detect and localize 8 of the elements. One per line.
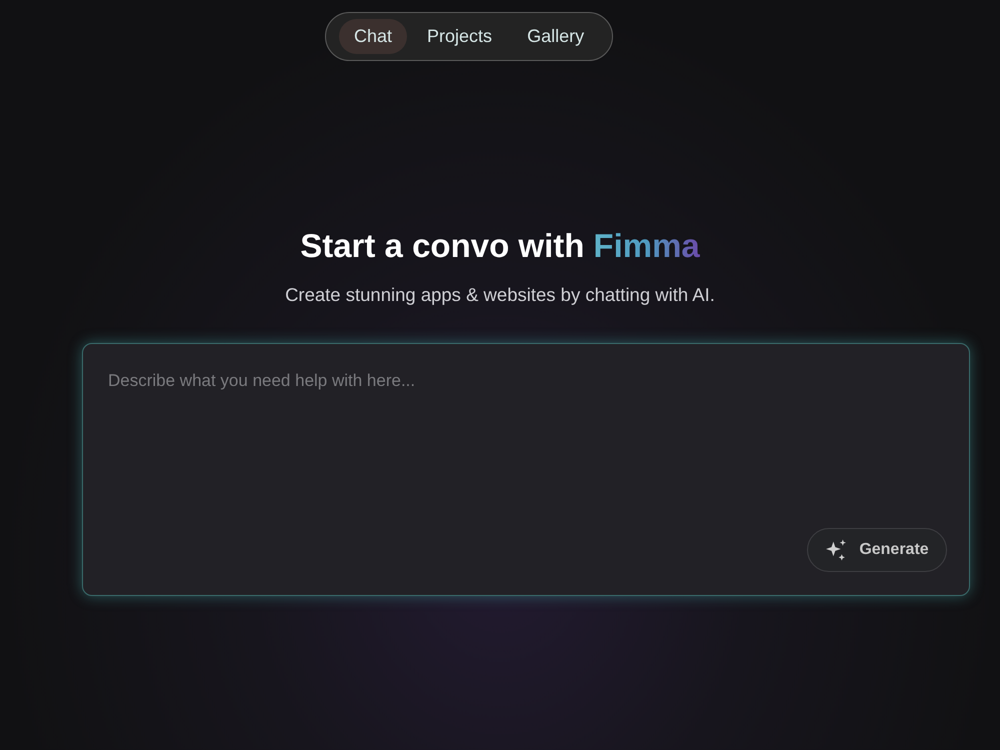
nav-tab[interactable]: Chat xyxy=(339,19,408,54)
heading-text: Start a convo with xyxy=(300,226,584,266)
sparkle-icon xyxy=(825,539,848,561)
generate-button[interactable]: Generate xyxy=(807,528,947,572)
subtitle: Create stunning apps & websites by chatting with AI. xyxy=(285,283,715,307)
prompt-field[interactable]: Describe what you need help with here... Generate xyxy=(82,343,970,596)
nav-tab[interactable]: Gallery xyxy=(512,19,600,54)
nav-tab[interactable]: Projects xyxy=(412,19,508,54)
